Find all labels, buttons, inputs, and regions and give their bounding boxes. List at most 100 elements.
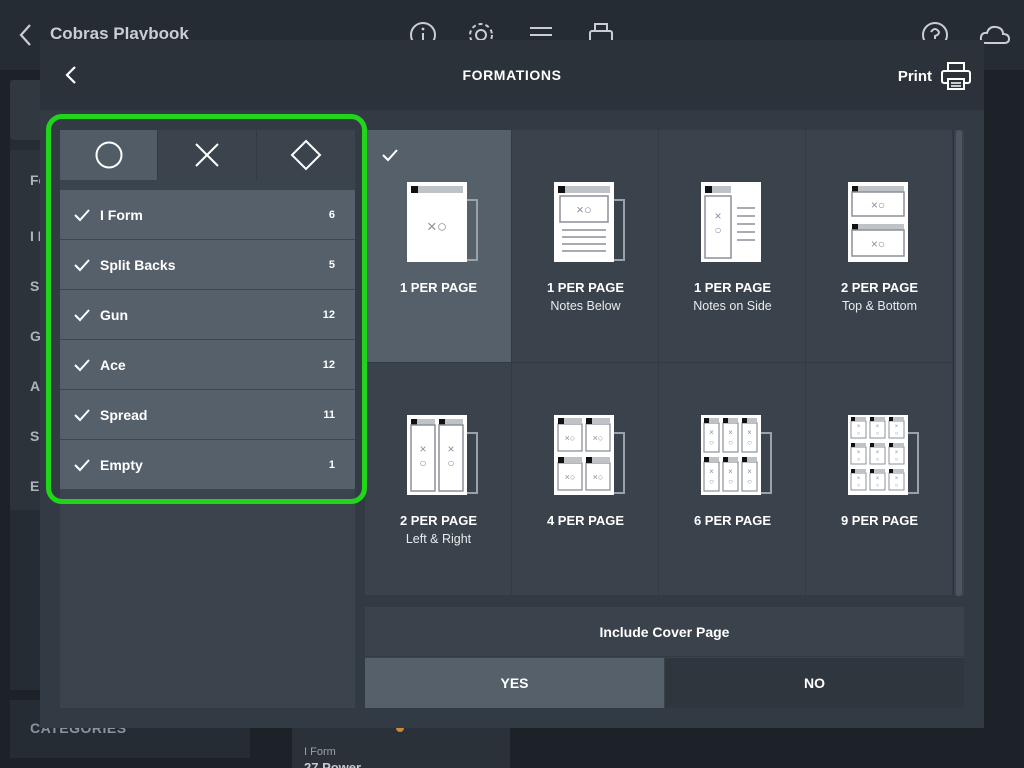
layout-notes-side-icon: × ○ bbox=[701, 182, 761, 262]
check-icon bbox=[74, 308, 90, 321]
print-button[interactable]: Print bbox=[898, 60, 972, 92]
check-icon bbox=[382, 149, 398, 162]
formation-row[interactable]: Split Backs 5 bbox=[60, 240, 355, 290]
layout-2-per-page-top-bottom[interactable]: ×○ ×○ 2 PER PAGE Top & Bottom bbox=[806, 130, 953, 363]
svg-text:○: ○ bbox=[876, 457, 880, 463]
svg-text:×○: ×○ bbox=[871, 198, 885, 212]
layout-6-per-page-icon: ×○×○×○ ×○×○×○ bbox=[701, 415, 772, 495]
svg-text:○: ○ bbox=[709, 477, 714, 486]
layout-1-per-page-icon: ×○ bbox=[407, 182, 478, 262]
layout-top-bottom-icon: ×○ ×○ bbox=[848, 182, 908, 262]
formation-row[interactable]: Empty 1 bbox=[60, 440, 355, 490]
svg-text:×: × bbox=[709, 428, 714, 437]
check-icon bbox=[74, 458, 90, 471]
svg-text:○: ○ bbox=[857, 483, 861, 489]
formation-count: 12 bbox=[322, 358, 335, 371]
tab-circle[interactable] bbox=[60, 130, 159, 180]
formation-name: Gun bbox=[100, 306, 128, 323]
svg-text:×: × bbox=[895, 424, 899, 430]
printer-icon bbox=[941, 62, 971, 90]
layout-scrollbar-thumb[interactable] bbox=[956, 130, 962, 596]
svg-text:×: × bbox=[747, 467, 752, 476]
svg-text:×○: ×○ bbox=[565, 433, 576, 443]
svg-text:×: × bbox=[447, 442, 454, 456]
svg-text:×○: ×○ bbox=[565, 472, 576, 482]
check-icon bbox=[74, 258, 90, 271]
svg-text:×: × bbox=[857, 476, 861, 482]
svg-text:×○: ×○ bbox=[427, 217, 447, 236]
svg-text:○: ○ bbox=[447, 456, 454, 470]
svg-text:×: × bbox=[728, 467, 733, 476]
formation-name: Spread bbox=[100, 406, 148, 423]
formation-count: 5 bbox=[328, 258, 335, 271]
layout-scrollbar[interactable] bbox=[954, 130, 964, 596]
layout-1-per-page-notes-below[interactable]: ×○ 1 PER PAGE Notes Below bbox=[512, 130, 659, 363]
formation-row[interactable]: Ace 12 bbox=[60, 340, 355, 390]
svg-text:×: × bbox=[895, 476, 899, 482]
svg-text:×: × bbox=[747, 428, 752, 437]
tab-x[interactable] bbox=[158, 130, 257, 180]
layout-6-per-page[interactable]: × ○ × ○ × ○ × ○ × ○ × ○ 6 PER PAGE bbox=[659, 363, 806, 596]
svg-text:×: × bbox=[857, 450, 861, 456]
svg-text:×○: ×○ bbox=[593, 433, 604, 443]
svg-text:×: × bbox=[714, 209, 721, 223]
svg-text:×: × bbox=[728, 428, 733, 437]
formation-count: 6 bbox=[328, 208, 335, 221]
svg-text:○: ○ bbox=[728, 438, 733, 447]
layout-4-per-page[interactable]: ×○ ×○ ×○ ×○ 4 PER PAGE bbox=[512, 363, 659, 596]
layout-label: 9 PER PAGE bbox=[840, 513, 919, 528]
layout-2-per-page-left-right[interactable]: × ○ × ○ 2 PER PAGE Left & Right bbox=[365, 363, 512, 596]
formation-list: I Form 6 Split Backs 5 Gun 12 Ace 12 Spr… bbox=[60, 190, 355, 490]
tab-diamond[interactable] bbox=[256, 130, 355, 180]
formation-name: Split Backs bbox=[100, 256, 176, 273]
formation-name: Empty bbox=[100, 456, 143, 473]
svg-text:○: ○ bbox=[857, 431, 861, 437]
formation-row[interactable]: Spread 11 bbox=[60, 390, 355, 440]
layout-label: 1 PER PAGE Notes on Side bbox=[693, 280, 772, 313]
formation-count: 1 bbox=[328, 458, 335, 471]
layout-left-right-icon: × ○ × ○ bbox=[407, 415, 478, 495]
print-label: Print bbox=[897, 67, 932, 85]
svg-text:○: ○ bbox=[728, 477, 733, 486]
layout-label: 6 PER PAGE bbox=[693, 513, 772, 528]
check-icon bbox=[74, 408, 90, 421]
formation-row[interactable]: I Form 6 bbox=[60, 190, 355, 240]
layout-label: 1 PER PAGE bbox=[399, 280, 478, 295]
svg-text:○: ○ bbox=[709, 438, 714, 447]
play-card-name: 27 Power bbox=[304, 760, 362, 768]
formation-name: I Form bbox=[100, 206, 143, 223]
layout-notes-below-icon: ×○ bbox=[554, 182, 625, 262]
circle-icon bbox=[95, 141, 123, 169]
svg-text:○: ○ bbox=[876, 483, 880, 489]
play-card-formation: I Form bbox=[304, 746, 336, 758]
shape-tabs bbox=[60, 130, 355, 180]
check-icon bbox=[74, 208, 90, 221]
layout-1-per-page[interactable]: ×○ 1 PER PAGE bbox=[365, 130, 512, 363]
formations-print-modal: FORMATIONS Print I Form 6 Split Backs 5 … bbox=[40, 40, 984, 728]
formation-count: 12 bbox=[322, 308, 335, 321]
svg-text:○: ○ bbox=[419, 456, 426, 470]
svg-text:×: × bbox=[895, 450, 899, 456]
cover-no-button[interactable]: NO bbox=[665, 658, 964, 708]
svg-text:○: ○ bbox=[714, 223, 721, 237]
play-card[interactable]: I Form 27 Power bbox=[292, 728, 510, 768]
cover-yes-button[interactable]: YES bbox=[365, 658, 664, 708]
formation-row[interactable]: Gun 12 bbox=[60, 290, 355, 340]
svg-text:×○: ×○ bbox=[871, 237, 885, 251]
app-back-icon[interactable] bbox=[16, 22, 36, 48]
x-icon bbox=[195, 143, 219, 167]
svg-text:×○: ×○ bbox=[593, 472, 604, 482]
svg-text:○: ○ bbox=[876, 431, 880, 437]
modal-title: FORMATIONS bbox=[462, 67, 562, 83]
layout-1-per-page-notes-side[interactable]: × ○ 1 PER PAGE Notes on Side bbox=[659, 130, 806, 363]
modal-header: FORMATIONS Print bbox=[40, 40, 984, 110]
svg-text:×: × bbox=[857, 424, 861, 430]
svg-text:×○: ×○ bbox=[576, 202, 591, 217]
layout-9-per-page-icon: ×○×○×○ ×○×○×○ ×○×○×○ bbox=[848, 415, 919, 495]
cover-page-title: Include Cover Page bbox=[365, 607, 964, 657]
cover-page-option: Include Cover Page YES NO bbox=[365, 607, 964, 708]
formation-count: 11 bbox=[323, 408, 335, 421]
svg-text:○: ○ bbox=[747, 477, 752, 486]
svg-text:×: × bbox=[876, 476, 880, 482]
layout-9-per-page[interactable]: × ○ × ○ × ○ × ○ × ○ × ○ × ○ × ○ × ○ 9 PER PAGE bbox=[806, 363, 953, 596]
